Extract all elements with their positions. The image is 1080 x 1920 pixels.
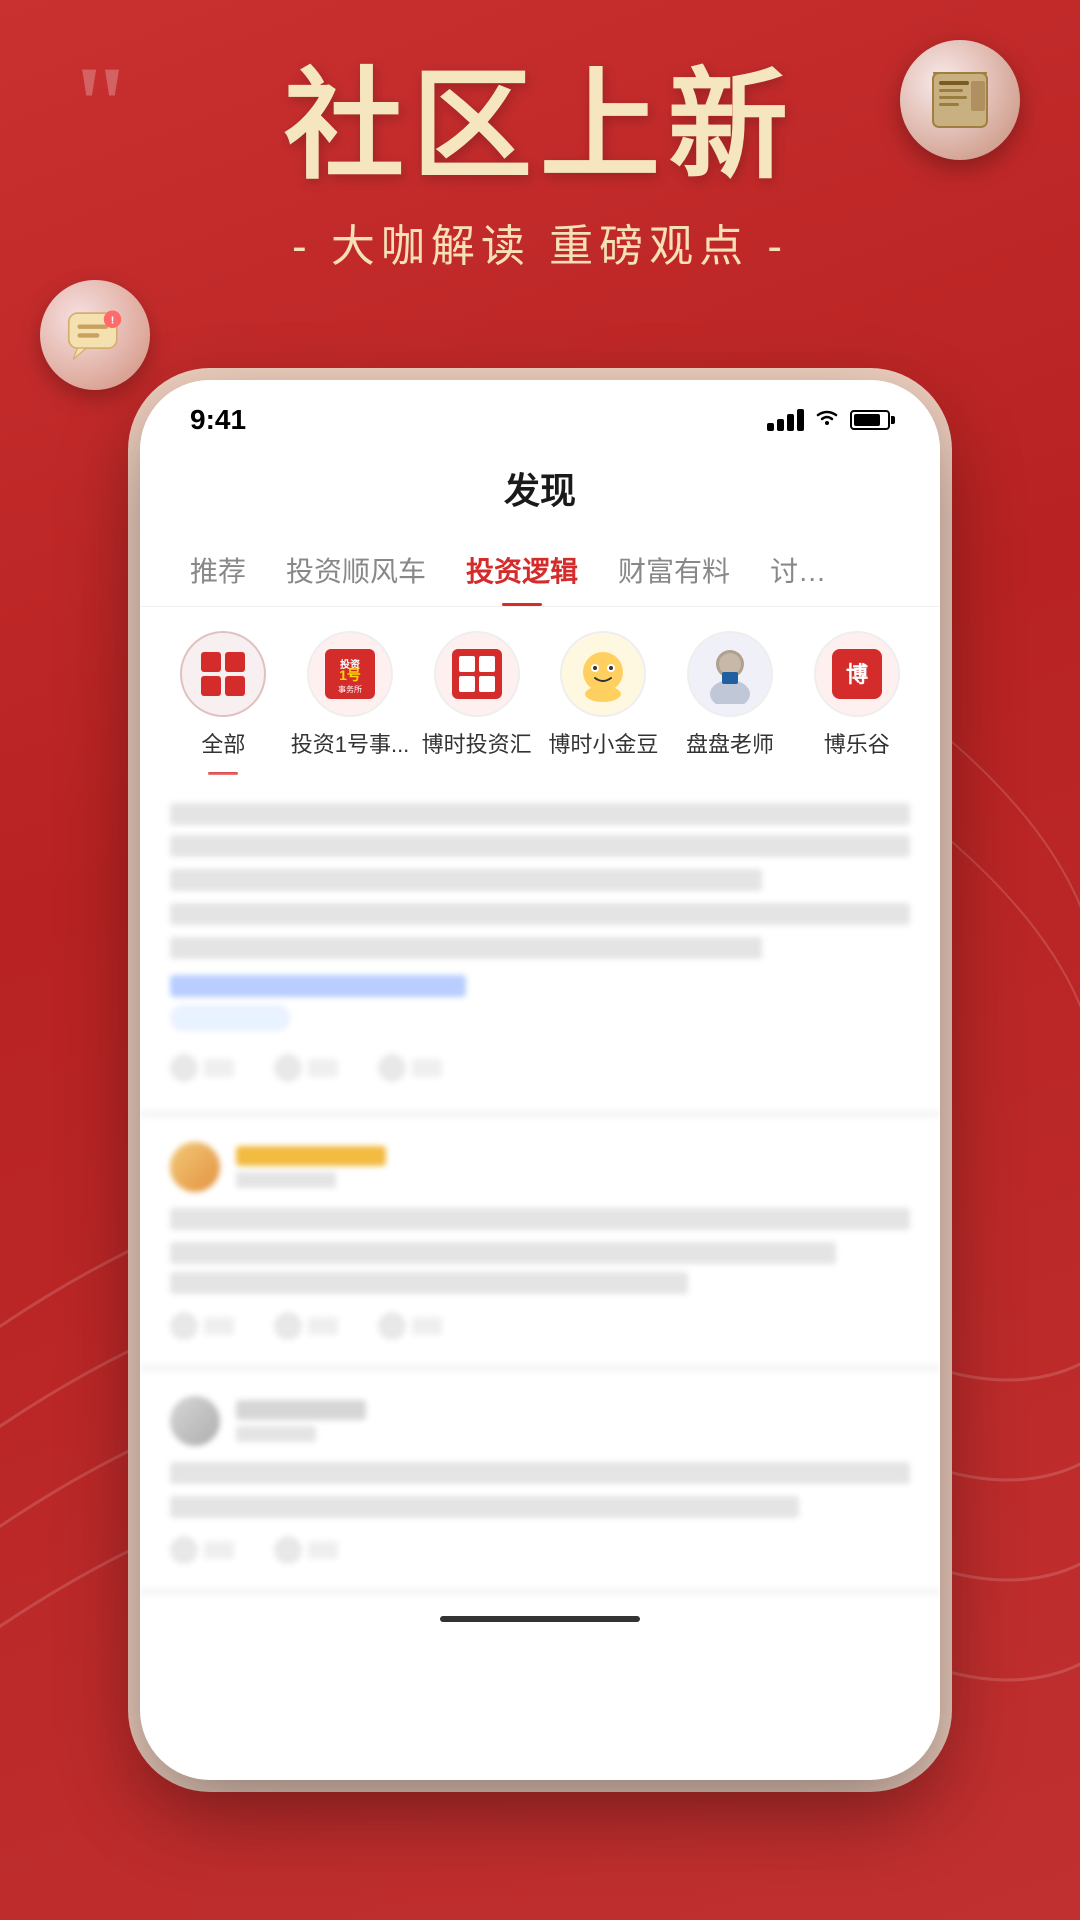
category-small-bean[interactable]: 博时小金豆 [540,631,667,775]
category-small-bean-label: 博时小金豆 [548,727,658,759]
category-teacher-label: 盘盘老师 [686,727,774,759]
svg-text:博: 博 [846,662,868,687]
app-header: 发现 [140,446,940,534]
category-invest1-label: 投资1号事... [291,727,410,759]
wifi-icon [814,407,840,433]
home-indicator [440,1616,640,1622]
content-card-3 [140,1372,940,1596]
category-all-label: 全部 [201,727,245,759]
category-invest-hub[interactable]: 博时投资汇 [413,631,540,775]
like-action [170,1054,234,1082]
phone-bottom [140,1596,940,1642]
category-teacher[interactable]: 盘盘老师 [667,631,794,775]
content-card-2 [140,1118,940,1372]
tab-discuss[interactable]: 讨论 [750,534,830,606]
signal-icon [767,409,804,431]
category-bolegu-label: 博乐谷 [824,727,890,759]
svg-text:1号: 1号 [339,667,361,683]
battery-icon [850,410,890,430]
tab-navigation: 推荐 投资顺风车 投资逻辑 财富有料 讨论 [140,534,940,607]
hero-section: 社区上新 - 大咖解读 重磅观点 - [0,60,1080,274]
category-bolegu[interactable]: 博 博乐谷 [793,631,920,775]
mini-avatar [170,1142,220,1192]
hero-title: 社区上新 [0,60,1080,192]
app-title: 发现 [504,470,576,511]
share-action-2 [378,1312,442,1340]
tab-wealth[interactable]: 财富有料 [598,534,750,606]
category-invest1[interactable]: 投资 1号 事务所 投资1号事... [287,631,414,775]
hero-subtitle: - 大咖解读 重磅观点 - [0,210,1080,274]
phone-mockup: 9:41 发现 推荐 [140,380,940,1780]
category-invest-hub-label: 博时投资汇 [422,727,532,759]
tab-invest-tailwind[interactable]: 投资顺风车 [266,534,446,606]
status-bar: 9:41 [140,380,940,446]
comment-action-3 [274,1536,338,1564]
category-row: 全部 投资 1号 事务所 投资1号事... [140,607,940,775]
share-action [378,1054,442,1082]
comment-action-2 [274,1312,338,1340]
content-card-1 [140,775,940,1118]
like-action-3 [170,1536,234,1564]
tab-invest-logic[interactable]: 投资逻辑 [446,534,598,606]
like-action-2 [170,1312,234,1340]
svg-text:事务所: 事务所 [338,684,362,694]
status-time: 9:41 [190,404,246,436]
category-all[interactable]: 全部 [160,631,287,775]
content-area [140,775,940,1596]
tab-recommend[interactable]: 推荐 [170,534,266,606]
status-icons [767,407,890,433]
comment-action [274,1054,338,1082]
